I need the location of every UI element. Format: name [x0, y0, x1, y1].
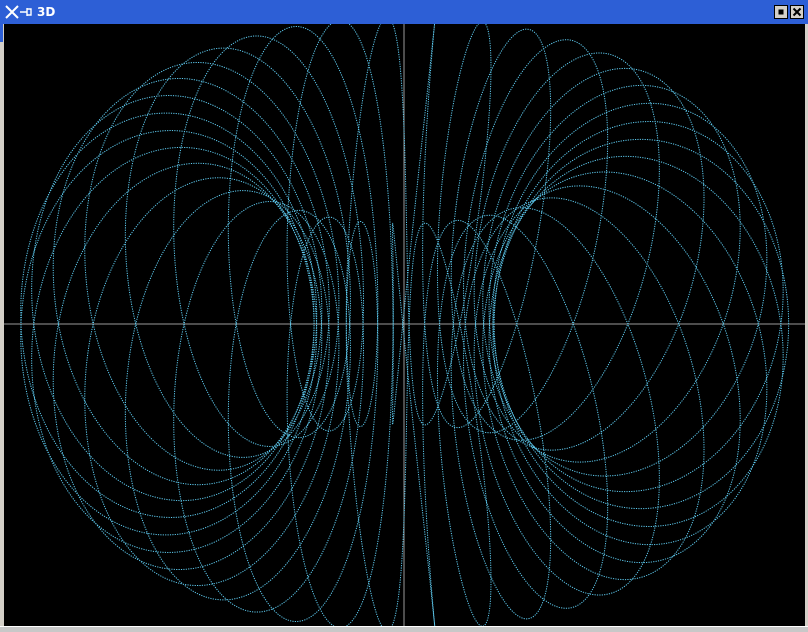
app-window: 3D [0, 0, 808, 632]
maximize-button[interactable] [774, 5, 788, 19]
maximize-icon [778, 9, 784, 15]
close-icon [792, 7, 802, 17]
close-button[interactable] [790, 5, 804, 19]
plot-canvas[interactable] [4, 24, 805, 626]
pin-icon[interactable] [20, 7, 32, 17]
window-title: 3D [37, 5, 56, 19]
window-bottom-border [0, 626, 808, 632]
title-bar[interactable]: 3D [0, 0, 808, 24]
x-logo-icon[interactable] [4, 4, 20, 20]
plot-svg[interactable] [4, 24, 805, 626]
